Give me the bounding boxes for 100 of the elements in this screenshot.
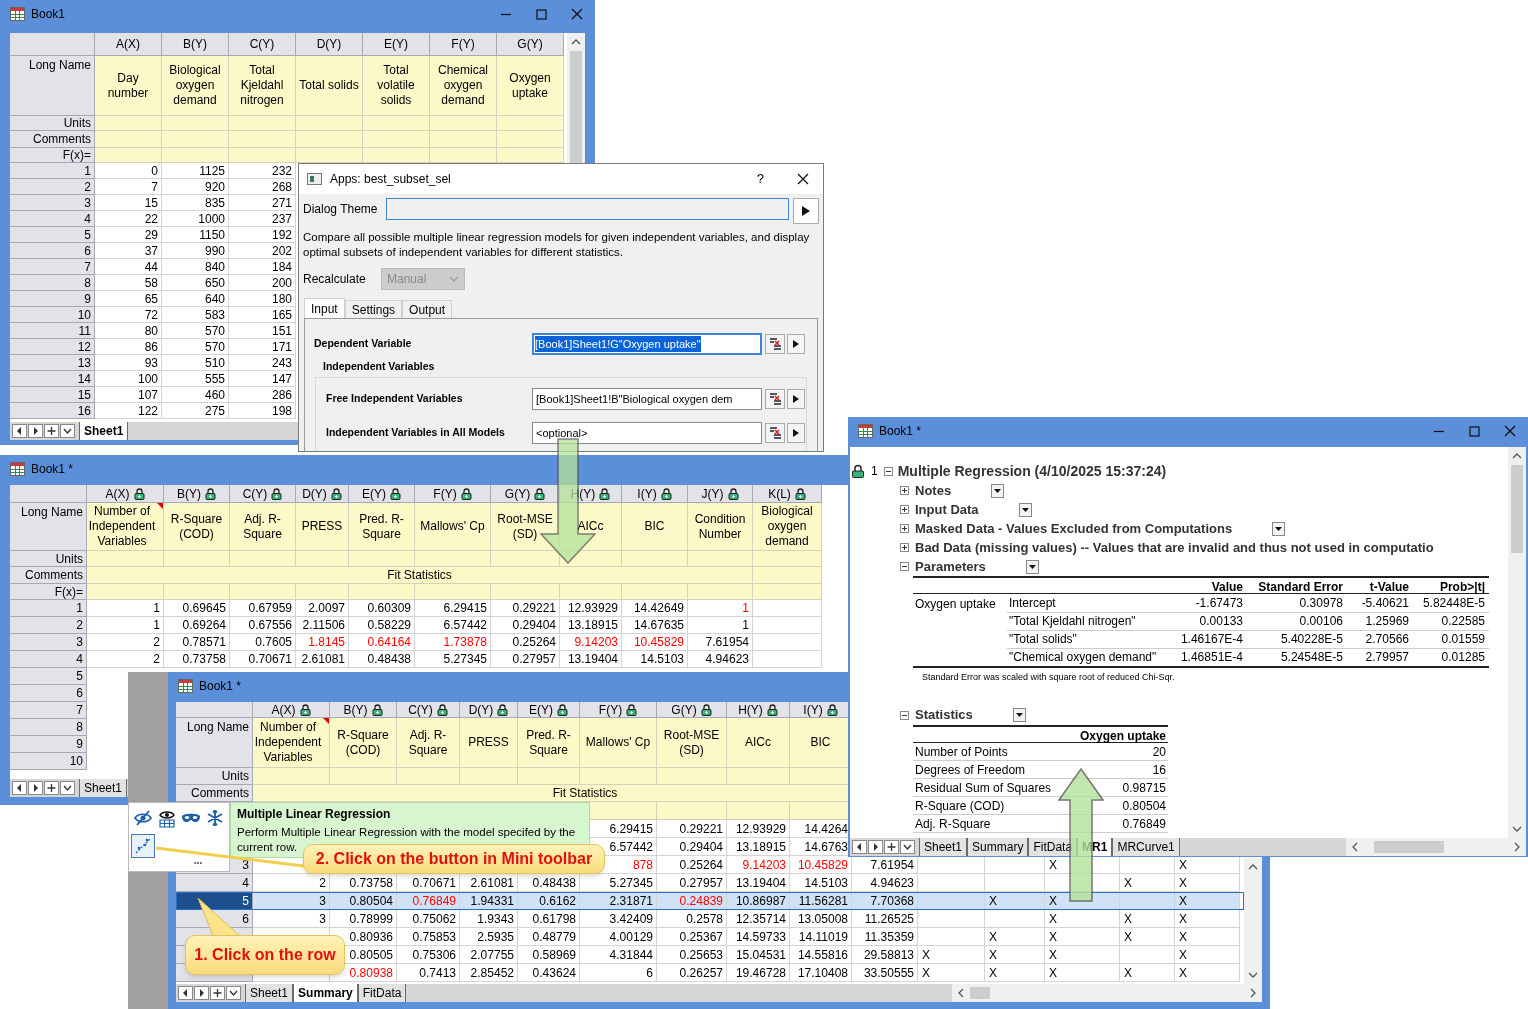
- column-header[interactable]: A(X): [253, 702, 330, 718]
- scroll-down-icon[interactable]: [1248, 970, 1258, 980]
- column-header[interactable]: E(Y): [349, 485, 415, 503]
- row-header[interactable]: 4: [10, 211, 95, 227]
- collapse-icon[interactable]: [883, 466, 893, 476]
- section-title[interactable]: Input Data: [915, 499, 979, 520]
- row-header[interactable]: 5: [10, 668, 87, 685]
- collapse-icon[interactable]: [900, 710, 909, 720]
- expand-icon[interactable]: [900, 524, 909, 533]
- help-button[interactable]: ?: [753, 169, 767, 189]
- dropdown-button[interactable]: [1025, 559, 1039, 574]
- more-button[interactable]: •••: [193, 858, 203, 868]
- column-header[interactable]: J(Y): [688, 485, 753, 503]
- column-header[interactable]: E(Y): [518, 702, 580, 718]
- column-header[interactable]: F(Y): [430, 33, 497, 56]
- column-header[interactable]: C(Y): [230, 485, 296, 503]
- expand-icon[interactable]: [900, 543, 909, 552]
- section-title[interactable]: Bad Data (missing values) -- Values that are invalid and thus not used in computatio: [915, 537, 1434, 558]
- expand-icon[interactable]: [900, 486, 909, 495]
- dropdown-button[interactable]: [1018, 502, 1032, 517]
- maximize-icon[interactable]: [536, 8, 547, 20]
- scroll-down-icon[interactable]: [1512, 824, 1522, 834]
- sheet-tab[interactable]: Sheet1: [79, 422, 129, 440]
- play-button[interactable]: [787, 422, 805, 443]
- tab[interactable]: Settings: [344, 300, 403, 318]
- column-header[interactable]: I(Y): [622, 485, 688, 503]
- chevron-down-icon[interactable]: [60, 781, 75, 795]
- maximize-icon[interactable]: [1469, 425, 1480, 437]
- column-header[interactable]: H(Y): [727, 702, 790, 718]
- dropdown-button[interactable]: [1272, 521, 1286, 536]
- row-header[interactable]: 10: [10, 753, 87, 770]
- close-icon[interactable]: [571, 8, 583, 20]
- row-header[interactable]: 12: [10, 339, 95, 355]
- horizontal-scrollbar[interactable]: [952, 984, 1262, 1002]
- sheet-tab[interactable]: Summary: [967, 838, 1029, 856]
- row-header[interactable]: 9: [10, 291, 95, 307]
- section-title[interactable]: Notes: [915, 480, 952, 501]
- section-title[interactable]: Parameters: [915, 556, 986, 577]
- row-header[interactable]: 4: [10, 651, 87, 668]
- row-header[interactable]: 6: [10, 685, 87, 702]
- input-field[interactable]: <optional>: [532, 421, 762, 444]
- scroll-right-icon[interactable]: [1248, 988, 1258, 998]
- play-icon[interactable]: [792, 393, 800, 404]
- close-icon[interactable]: [797, 173, 809, 185]
- column-header[interactable]: D(Y): [296, 33, 363, 56]
- scrollbar-thumb[interactable]: [970, 987, 990, 999]
- row-header[interactable]: 14: [10, 371, 95, 387]
- input-field[interactable]: [Book1]Sheet1!G"Oxygen uptake": [532, 333, 762, 355]
- scroll-up-icon[interactable]: [571, 37, 581, 47]
- scroll-up-icon[interactable]: [1512, 451, 1522, 461]
- play-icon[interactable]: [792, 339, 800, 349]
- row-header[interactable]: 4: [176, 874, 253, 892]
- section-title[interactable]: Statistics: [915, 705, 973, 725]
- column-header[interactable]: D(Y): [460, 702, 518, 718]
- column-header[interactable]: G(Y): [657, 702, 727, 718]
- plus-icon[interactable]: [210, 986, 225, 1000]
- column-header[interactable]: G(Y): [491, 485, 560, 503]
- scroll-right-icon[interactable]: [1512, 842, 1522, 852]
- tab[interactable]: Output: [402, 300, 453, 318]
- sheet-tab[interactable]: MRCurve1: [1112, 838, 1180, 856]
- column-header[interactable]: C(Y): [397, 702, 460, 718]
- scrollbar-thumb[interactable]: [1374, 841, 1444, 853]
- row-header[interactable]: 11: [10, 323, 95, 339]
- row-header[interactable]: 1: [10, 163, 95, 179]
- row-header[interactable]: 5: [10, 227, 95, 243]
- input-field[interactable]: [Book1]Sheet1!B"Biological oxygen dem: [532, 387, 762, 410]
- input-field[interactable]: [385, 198, 790, 220]
- row-header[interactable]: 3: [10, 634, 87, 651]
- tab[interactable]: Input: [304, 298, 345, 318]
- sheet-tab[interactable]: Summary: [293, 984, 358, 1002]
- row-header[interactable]: 2: [10, 617, 87, 634]
- column-header[interactable]: F(Y): [415, 485, 491, 503]
- column-header[interactable]: F(Y): [580, 702, 657, 718]
- play-icon[interactable]: [801, 205, 812, 217]
- row-header[interactable]: 9: [10, 736, 87, 753]
- row-header[interactable]: 10: [10, 307, 95, 323]
- column-header[interactable]: G(Y): [497, 33, 564, 56]
- column-header[interactable]: K(L): [753, 485, 822, 503]
- scrollbar-thumb[interactable]: [1511, 465, 1523, 553]
- scroll-left-icon[interactable]: [956, 988, 966, 998]
- row-header[interactable]: 13: [10, 355, 95, 371]
- row-header[interactable]: 7: [10, 259, 95, 275]
- row-header[interactable]: 2: [10, 179, 95, 195]
- plus-icon[interactable]: [44, 781, 59, 795]
- column-header[interactable]: D(Y): [296, 485, 349, 503]
- sheet-tab[interactable]: Sheet1: [245, 984, 294, 1002]
- chevron-down-icon[interactable]: [60, 424, 75, 438]
- sheet-tab[interactable]: FitData: [357, 984, 407, 1002]
- plus-icon[interactable]: [44, 424, 59, 438]
- column-header[interactable]: B(Y): [330, 702, 397, 718]
- dropdown-button[interactable]: [991, 483, 1005, 498]
- scroll-left-icon[interactable]: [1350, 842, 1360, 852]
- column-header[interactable]: C(Y): [229, 33, 296, 56]
- dropdown-button[interactable]: [1012, 708, 1026, 722]
- column-header[interactable]: B(Y): [162, 33, 229, 56]
- row-header[interactable]: 3: [10, 195, 95, 211]
- play-button[interactable]: [793, 198, 819, 224]
- chevron-down-icon[interactable]: [226, 986, 241, 1000]
- column-header[interactable]: B(Y): [164, 485, 230, 503]
- column-header[interactable]: A(X): [95, 33, 162, 56]
